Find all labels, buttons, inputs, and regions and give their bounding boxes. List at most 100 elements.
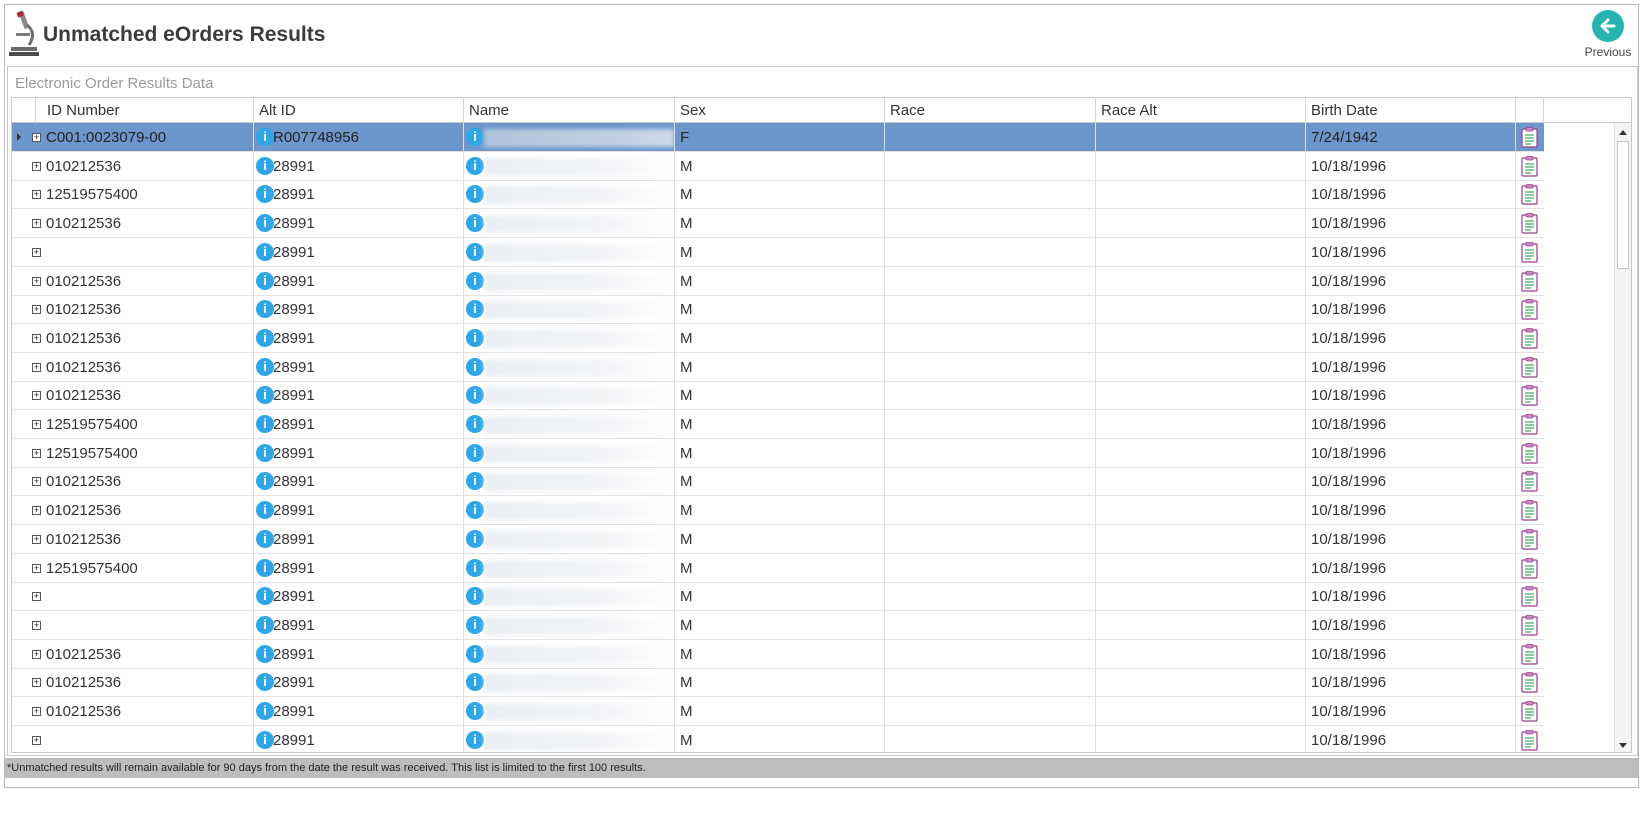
table-row[interactable]: + i 28991 i M 10/18/1996 (12, 237, 1544, 267)
table-row[interactable]: + 010212536 i 28991 i M 10/18/1996 (12, 151, 1544, 181)
plus-box-icon[interactable]: + (32, 219, 41, 229)
info-icon[interactable]: i (466, 214, 484, 233)
info-icon[interactable]: i (256, 386, 274, 405)
column-header-race[interactable]: Race (885, 98, 1096, 123)
table-row[interactable]: + 12519575400 i 28991 i M 10/18/1996 (12, 553, 1544, 583)
clipboard-icon[interactable] (1521, 672, 1538, 693)
info-icon[interactable]: i (466, 587, 484, 606)
table-row[interactable]: + 010212536 i 28991 i M 10/18/1996 (12, 639, 1544, 669)
clipboard-icon[interactable] (1521, 241, 1538, 263)
clipboard-icon[interactable] (1521, 184, 1538, 205)
plus-box-icon[interactable]: + (32, 333, 41, 343)
column-header-race-alt[interactable]: Race Alt (1096, 98, 1306, 123)
column-header-name[interactable]: Name (464, 98, 675, 123)
table-row[interactable]: + 010212536 i 28991 i M 10/18/1996 (12, 323, 1544, 353)
info-icon[interactable]: i (466, 615, 484, 634)
column-header-sex[interactable]: Sex (675, 98, 885, 123)
clipboard-icon[interactable] (1521, 270, 1538, 292)
info-icon[interactable]: i (256, 529, 274, 548)
info-icon[interactable]: i (256, 214, 274, 233)
info-icon[interactable]: i (256, 472, 274, 491)
plus-box-icon[interactable]: + (32, 592, 41, 602)
clipboard-icon[interactable] (1521, 155, 1538, 177)
clipboard-icon[interactable] (1521, 614, 1538, 636)
clipboard-icon[interactable] (1521, 385, 1538, 406)
clipboard-icon[interactable] (1521, 729, 1538, 751)
column-header-birth-date[interactable]: Birth Date (1306, 98, 1516, 123)
info-icon[interactable]: i (466, 558, 484, 577)
plus-box-icon[interactable]: + (32, 678, 41, 688)
table-row[interactable]: + 12519575400 i 28991 i M 10/18/1996 (12, 180, 1544, 210)
table-row[interactable]: + i 28991 i M 10/18/1996 (12, 725, 1544, 752)
info-icon[interactable]: i (256, 242, 274, 261)
clipboard-icon[interactable] (1521, 356, 1538, 378)
table-row[interactable]: + 010212536 i 28991 i M 10/18/1996 (12, 209, 1544, 239)
plus-box-icon[interactable]: + (32, 247, 41, 257)
previous-button[interactable]: Previous (1584, 8, 1632, 64)
table-row[interactable]: + 010212536 i 28991 i M 10/18/1996 (12, 668, 1544, 698)
info-icon[interactable]: i (256, 357, 274, 376)
info-icon[interactable]: i (466, 415, 484, 433)
table-row[interactable]: + 010212536 i 28991 i M 10/18/1996 (12, 381, 1544, 411)
info-icon[interactable]: i (466, 730, 484, 749)
table-row[interactable]: + 010212536 i 28991 i M 10/18/1996 (12, 295, 1544, 325)
info-icon[interactable]: i (466, 357, 484, 376)
info-icon[interactable]: i (466, 300, 484, 319)
plus-box-icon[interactable]: + (32, 563, 41, 573)
plus-box-icon[interactable]: + (32, 506, 41, 516)
info-icon[interactable]: i (466, 472, 484, 491)
column-header-id-number[interactable]: ID Number (36, 98, 254, 123)
plus-box-icon[interactable]: + (32, 161, 41, 171)
table-row[interactable]: + C001:0023079-00 i R007748956 i F 7/24/… (12, 123, 1544, 152)
info-icon[interactable]: i (256, 300, 274, 319)
clipboard-icon[interactable] (1521, 528, 1538, 550)
info-icon[interactable]: i (256, 185, 274, 204)
info-icon[interactable]: i (256, 156, 274, 175)
plus-box-icon[interactable]: + (32, 620, 41, 630)
info-icon[interactable]: i (256, 730, 274, 749)
info-icon[interactable]: i (256, 702, 274, 720)
info-icon[interactable]: i (466, 702, 484, 720)
info-icon[interactable]: i (466, 529, 484, 548)
plus-box-icon[interactable]: + (32, 190, 41, 200)
info-icon[interactable]: i (256, 673, 274, 692)
vertical-scrollbar[interactable] (1614, 123, 1631, 752)
info-icon[interactable]: i (256, 644, 274, 663)
info-icon[interactable]: i (466, 501, 484, 520)
clipboard-icon[interactable] (1521, 127, 1538, 148)
scroll-down-icon[interactable] (1615, 737, 1631, 752)
table-row[interactable]: + 010212536 i 28991 i M 10/18/1996 (12, 352, 1544, 382)
info-icon[interactable]: i (466, 443, 484, 462)
info-icon[interactable]: i (466, 185, 484, 204)
info-icon[interactable]: i (466, 271, 484, 290)
info-icon[interactable]: i (256, 443, 274, 462)
info-icon[interactable]: i (466, 128, 484, 146)
clipboard-icon[interactable] (1521, 442, 1538, 464)
scroll-up-icon[interactable] (1615, 124, 1631, 140)
scrollbar-thumb[interactable] (1617, 141, 1629, 269)
plus-box-icon[interactable]: + (32, 477, 41, 487)
clipboard-icon[interactable] (1521, 557, 1538, 579)
clipboard-icon[interactable] (1521, 299, 1538, 320)
table-row[interactable]: + 010212536 i 28991 i M 10/18/1996 (12, 524, 1544, 554)
info-icon[interactable]: i (466, 156, 484, 175)
table-row[interactable]: + 12519575400 i 28991 i M 10/18/1996 (12, 410, 1544, 439)
info-icon[interactable]: i (466, 673, 484, 692)
column-header-alt-id[interactable]: Alt ID (254, 98, 464, 123)
clipboard-icon[interactable] (1521, 327, 1538, 349)
clipboard-icon[interactable] (1521, 643, 1538, 665)
plus-box-icon[interactable]: + (32, 534, 41, 544)
table-row[interactable]: + 010212536 i 28991 i M 10/18/1996 (12, 266, 1544, 296)
clipboard-icon[interactable] (1521, 414, 1538, 435)
plus-box-icon[interactable]: + (32, 362, 41, 372)
plus-box-icon[interactable]: + (32, 448, 41, 458)
table-row[interactable]: + 010212536 i 28991 i M 10/18/1996 (12, 496, 1544, 526)
info-icon[interactable]: i (256, 271, 274, 290)
table-row[interactable]: + 010212536 i 28991 i M 10/18/1996 (12, 467, 1544, 497)
clipboard-icon[interactable] (1521, 701, 1538, 722)
plus-box-icon[interactable]: + (32, 735, 41, 745)
info-icon[interactable]: i (256, 328, 274, 347)
clipboard-icon[interactable] (1521, 471, 1538, 492)
table-row[interactable]: + 12519575400 i 28991 i M 10/18/1996 (12, 438, 1544, 468)
info-icon[interactable]: i (466, 644, 484, 663)
